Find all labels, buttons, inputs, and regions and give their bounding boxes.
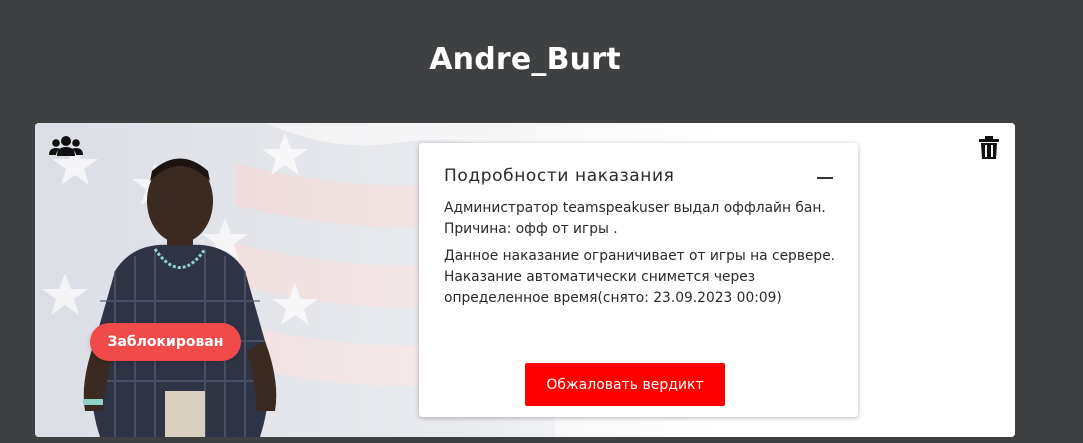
punishment-card: Заблокирован Подробности наказания Админ… <box>35 123 1015 437</box>
details-title: Подробности наказания <box>444 166 675 186</box>
player-name-title: Andre_Burt <box>429 42 621 77</box>
page: Andre_Burt Заблокирован Подробности нака… <box>0 0 1083 443</box>
player-skin-image <box>83 158 277 437</box>
reason-line: Причина: офф от игры . <box>444 221 618 237</box>
punishment-details-panel: Подробности наказания Администратор team… <box>419 143 858 417</box>
status-badge: Заблокирован <box>90 323 241 361</box>
appeal-verdict-button[interactable]: Обжаловать вердикт <box>525 363 725 406</box>
trash-icon[interactable] <box>979 136 999 160</box>
details-text: Администратор teamspeakuser выдал оффлай… <box>444 198 844 309</box>
punishment-notice: Данное наказание ограничивает от игры на… <box>444 248 836 306</box>
minus-icon[interactable] <box>817 177 833 179</box>
admin-line: Администратор teamspeakuser выдал оффлай… <box>444 200 826 216</box>
